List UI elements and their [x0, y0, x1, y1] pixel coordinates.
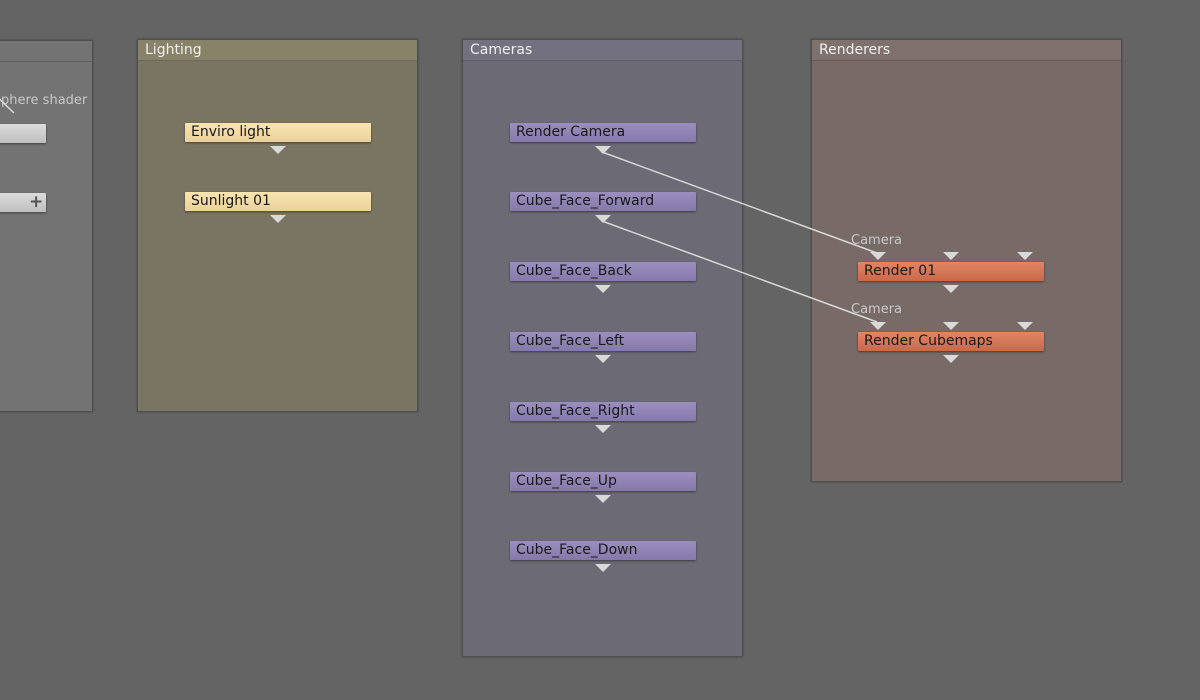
- render-01-input-port-3[interactable]: [1017, 252, 1033, 260]
- shader-add-node[interactable]: +: [0, 193, 46, 212]
- render-cubemaps-input-port-3[interactable]: [1017, 322, 1033, 330]
- lighting-group-title: Lighting: [138, 40, 417, 61]
- render-camera-output-port[interactable]: [595, 146, 611, 154]
- cube-face-left-output-port[interactable]: [595, 355, 611, 363]
- cube-face-back-output-port[interactable]: [595, 285, 611, 293]
- shader-group-header: [0, 41, 92, 62]
- render-01-input-port-2[interactable]: [943, 252, 959, 260]
- cube-face-forward-output-port[interactable]: [595, 215, 611, 223]
- enviro-light-output-port[interactable]: [270, 146, 286, 154]
- renderers-group-title: Renderers: [812, 40, 1121, 61]
- sphere-shader-label: phere shader: [1, 93, 88, 108]
- cube-face-down-output-port[interactable]: [595, 564, 611, 572]
- shader-node[interactable]: [0, 124, 46, 143]
- plus-icon[interactable]: +: [29, 193, 43, 212]
- node-render-01[interactable]: Render 01: [858, 262, 1044, 281]
- render-01-camera-input-label: Camera: [851, 233, 903, 248]
- cube-face-right-output-port[interactable]: [595, 425, 611, 433]
- renderers-group: Renderers Camera Render 01 Camera Render…: [811, 39, 1122, 482]
- node-render-camera[interactable]: Render Camera: [510, 123, 696, 142]
- lighting-group: Lighting Enviro light Sunlight 01: [137, 39, 418, 412]
- node-cube-face-up[interactable]: Cube_Face_Up: [510, 472, 696, 491]
- render-cubemaps-output-port[interactable]: [943, 355, 959, 363]
- node-sunlight-01[interactable]: Sunlight 01: [185, 192, 371, 211]
- node-cube-face-left[interactable]: Cube_Face_Left: [510, 332, 696, 351]
- node-render-cubemaps[interactable]: Render Cubemaps: [858, 332, 1044, 351]
- node-cube-face-right[interactable]: Cube_Face_Right: [510, 402, 696, 421]
- cameras-group: Cameras Render Camera Cube_Face_Forward …: [462, 39, 743, 657]
- node-enviro-light[interactable]: Enviro light: [185, 123, 371, 142]
- render-cubemaps-camera-input-port[interactable]: [870, 322, 886, 330]
- shader-group: phere shader +: [0, 40, 93, 412]
- render-01-output-port[interactable]: [943, 285, 959, 293]
- render-cubemaps-camera-input-label: Camera: [851, 302, 903, 317]
- node-cube-face-forward[interactable]: Cube_Face_Forward: [510, 192, 696, 211]
- cameras-group-title: Cameras: [463, 40, 742, 61]
- node-cube-face-back[interactable]: Cube_Face_Back: [510, 262, 696, 281]
- node-cube-face-down[interactable]: Cube_Face_Down: [510, 541, 696, 560]
- render-cubemaps-input-port-2[interactable]: [943, 322, 959, 330]
- sunlight-01-output-port[interactable]: [270, 215, 286, 223]
- render-01-camera-input-port[interactable]: [870, 252, 886, 260]
- cube-face-up-output-port[interactable]: [595, 495, 611, 503]
